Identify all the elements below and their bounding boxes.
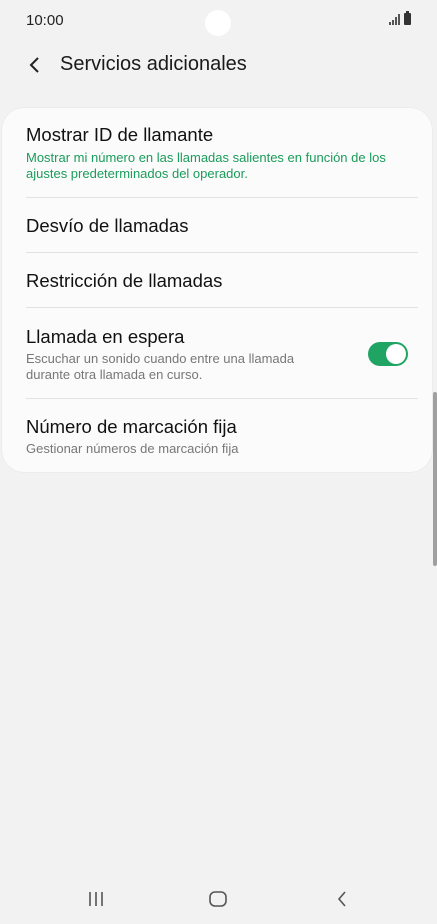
- nav-back-button[interactable]: [322, 886, 362, 912]
- call-forwarding-title: Desvío de llamadas: [26, 215, 189, 236]
- divider: [26, 398, 418, 399]
- scrollbar[interactable]: [433, 392, 437, 566]
- home-button[interactable]: [198, 886, 238, 912]
- call-barring-title: Restricción de llamadas: [26, 270, 223, 291]
- caller-id-item[interactable]: Mostrar ID de llamante Mostrar mi número…: [26, 124, 418, 182]
- status-time: 10:00: [26, 12, 64, 29]
- fixed-dialing-subtitle: Gestionar números de marcación fija: [26, 441, 239, 456]
- signal-icon: [389, 13, 400, 25]
- call-waiting-toggle[interactable]: [368, 342, 408, 366]
- recents-button[interactable]: [76, 886, 116, 912]
- divider: [26, 197, 418, 198]
- divider: [26, 252, 418, 253]
- battery-icon: [404, 11, 411, 25]
- chevron-left-icon: [29, 57, 39, 73]
- back-icon: [337, 891, 346, 907]
- divider: [26, 307, 418, 308]
- call-waiting-subtitle: Escuchar un sonido cuando entre una llam…: [26, 351, 295, 382]
- status-icons: [389, 11, 411, 25]
- caller-id-subtitle: Mostrar mi número en las llamadas salien…: [26, 150, 386, 181]
- camera-cutout: [205, 10, 231, 36]
- status-bar: 10:00: [0, 0, 437, 44]
- settings-card: Mostrar ID de llamante Mostrar mi número…: [2, 108, 432, 472]
- caller-id-title: Mostrar ID de llamante: [26, 124, 214, 145]
- header: Servicios adicionales: [0, 44, 437, 88]
- navigation-bar: [0, 872, 437, 924]
- fixed-dialing-title: Número de marcación fija: [26, 416, 237, 437]
- back-button[interactable]: [20, 50, 50, 80]
- toggle-knob: [386, 344, 406, 364]
- fixed-dialing-item[interactable]: Número de marcación fija Gestionar númer…: [26, 416, 418, 457]
- recents-icon: [89, 892, 103, 906]
- home-icon: [209, 891, 227, 907]
- call-forwarding-item[interactable]: Desvío de llamadas: [26, 215, 418, 237]
- call-barring-item[interactable]: Restricción de llamadas: [26, 270, 418, 292]
- page-title: Servicios adicionales: [60, 53, 247, 75]
- call-waiting-item[interactable]: Llamada en espera Escuchar un sonido cua…: [26, 326, 418, 383]
- call-waiting-title: Llamada en espera: [26, 326, 185, 347]
